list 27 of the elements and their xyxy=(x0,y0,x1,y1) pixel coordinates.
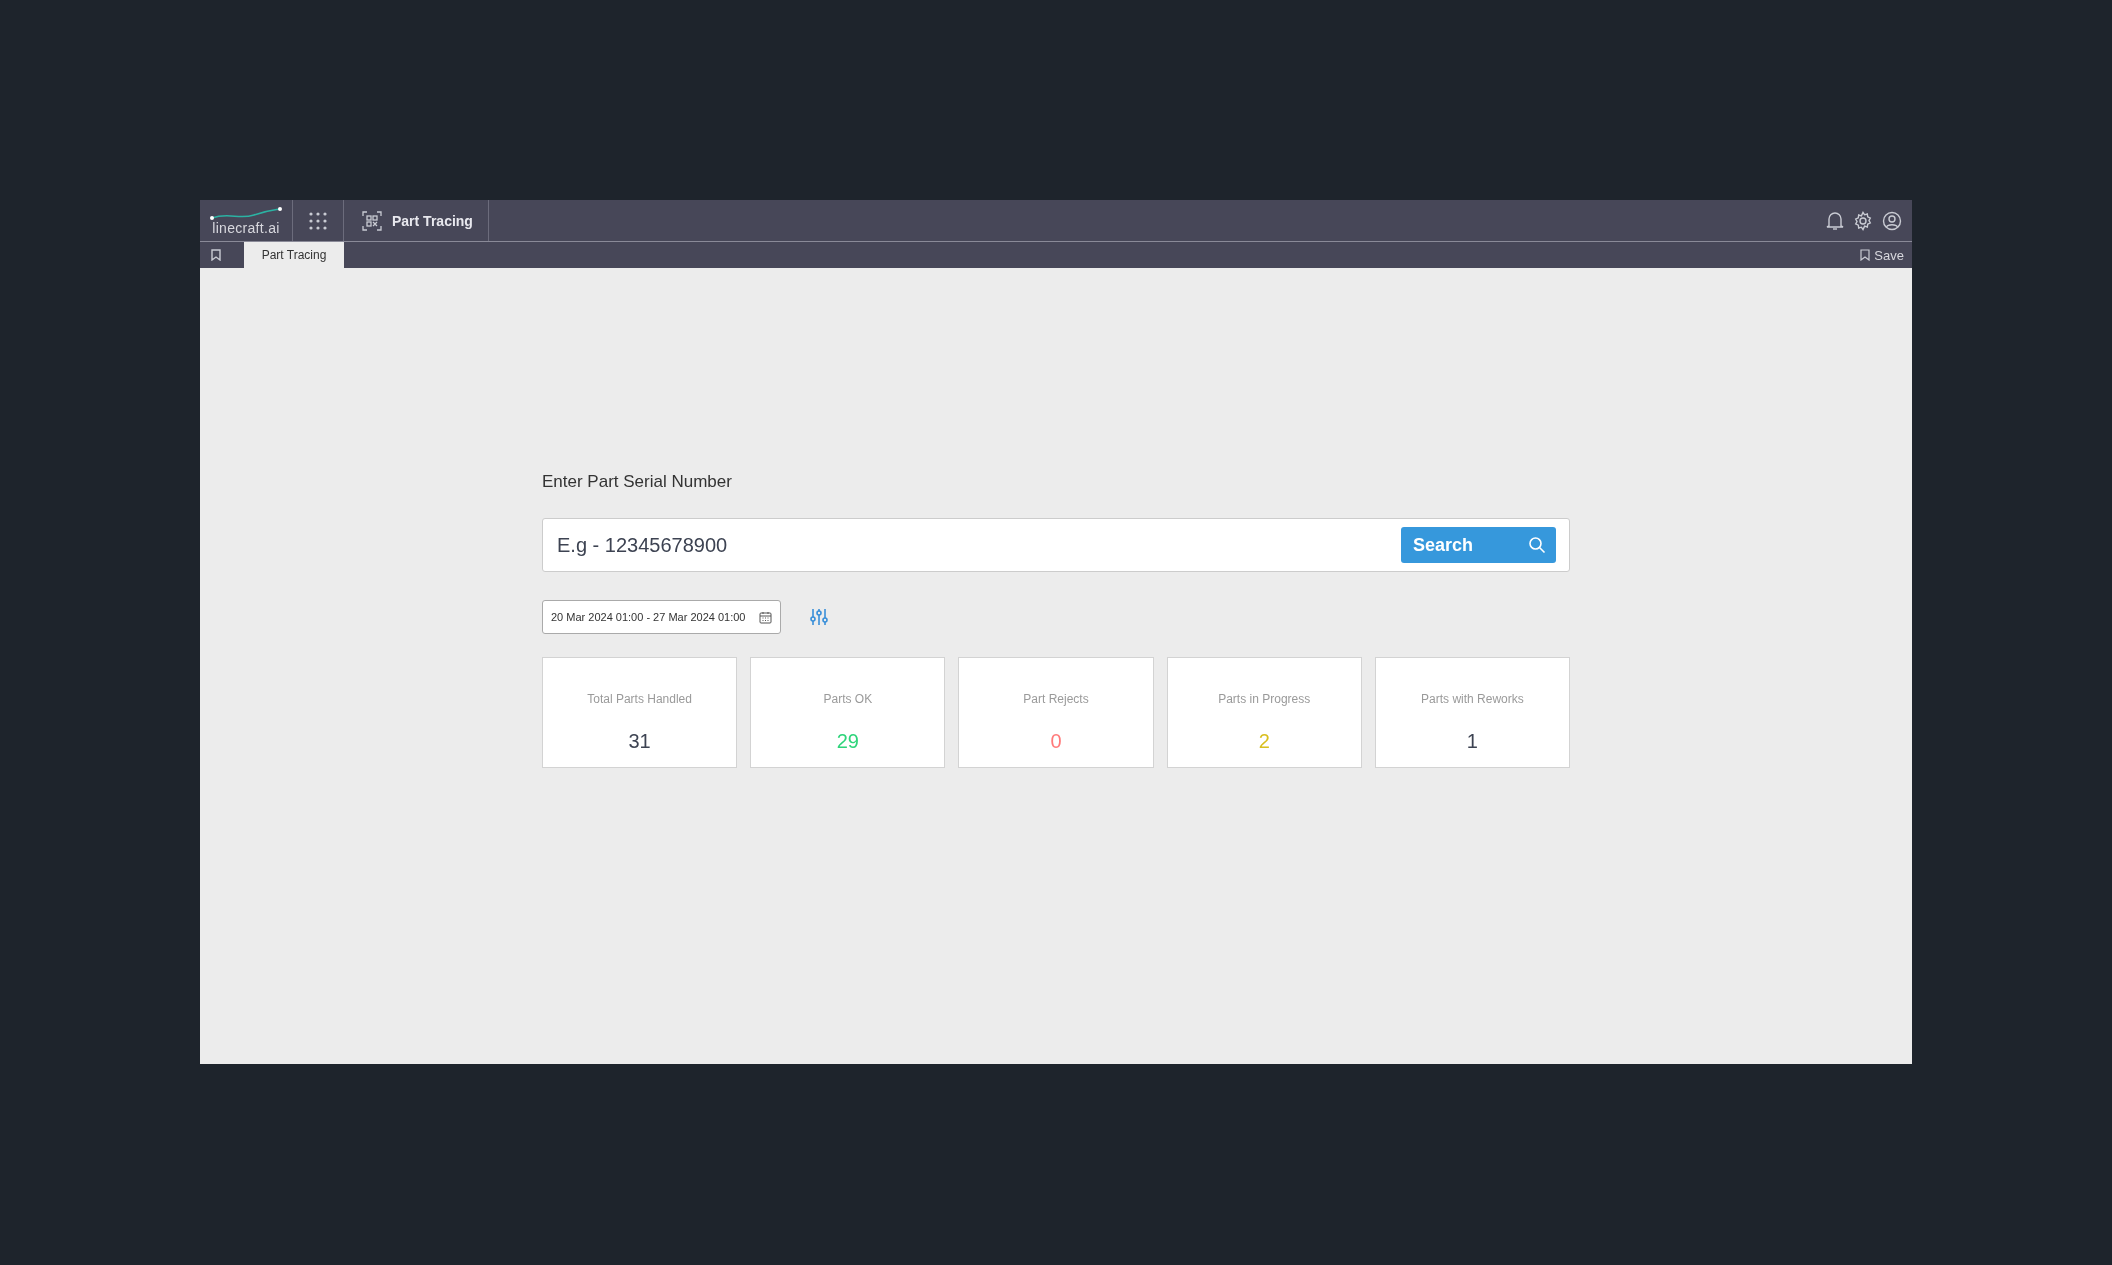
filter-sliders-icon[interactable] xyxy=(809,607,829,627)
calendar-icon xyxy=(759,610,772,624)
bookmark-icon[interactable] xyxy=(211,249,221,261)
notification-bell-icon[interactable] xyxy=(1826,210,1844,231)
stat-value: 31 xyxy=(628,730,651,753)
stat-value: 0 xyxy=(1050,730,1062,753)
stat-value: 1 xyxy=(1466,730,1478,753)
stat-label: Total Parts Handled xyxy=(587,692,692,706)
search-icon xyxy=(1528,536,1546,554)
app-title: Part Tracing xyxy=(392,212,473,229)
save-button[interactable]: Save xyxy=(1856,242,1912,268)
field-label: Enter Part Serial Number xyxy=(542,472,733,492)
scan-icon xyxy=(362,210,382,231)
tab[interactable]: Part Tracing xyxy=(244,242,344,268)
user-account-icon[interactable] xyxy=(1882,210,1902,231)
stat-label: Part Rejects xyxy=(1023,692,1089,706)
settings-icon[interactable] xyxy=(1853,210,1873,231)
stat-label: Parts in Progress xyxy=(1218,692,1311,706)
stat-value: 29 xyxy=(836,730,859,753)
logo-curve-icon xyxy=(209,205,283,222)
date-range-field[interactable]: 20 Mar 2024 01:00 - 27 Mar 2024 01:00 xyxy=(542,600,781,634)
stat-label: Parts OK xyxy=(823,692,873,706)
stat-label: Parts with Reworks xyxy=(1421,692,1524,706)
app-grid-icon[interactable] xyxy=(308,210,328,231)
bookmark-icon xyxy=(1860,249,1871,261)
stat-value: 2 xyxy=(1258,730,1270,753)
logo-text[interactable]: linecraft.ai xyxy=(212,219,280,236)
